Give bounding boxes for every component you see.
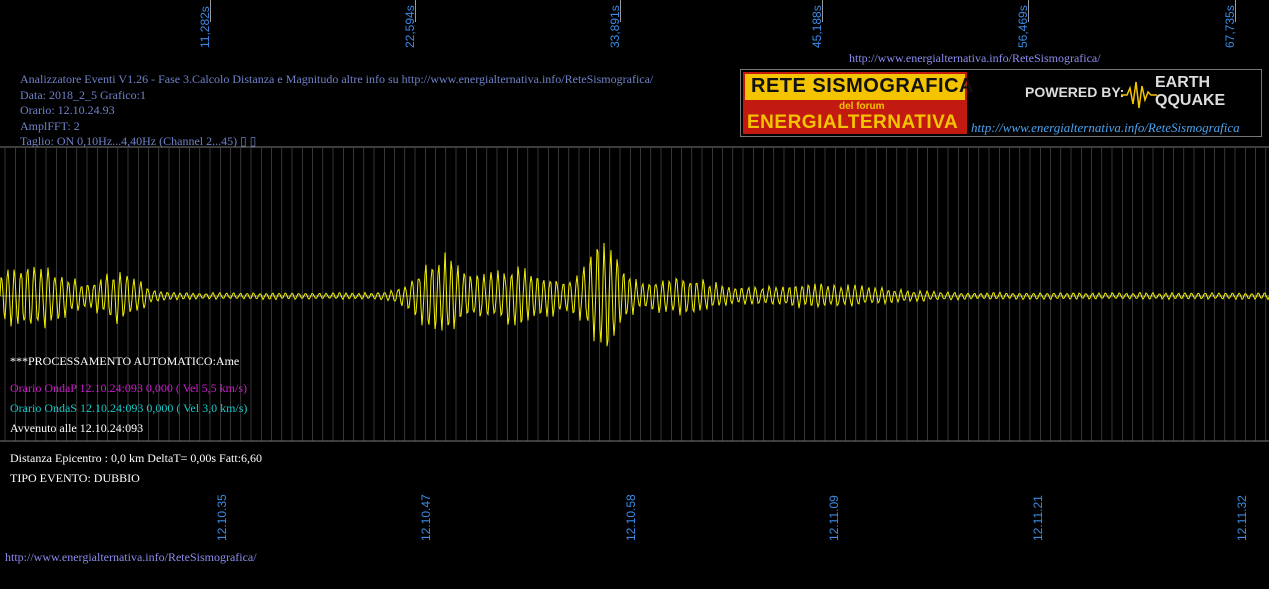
tipo-evento: TIPO EVENTO: DUBBIO <box>10 471 140 485</box>
bottom-time-label: 12.11.32 <box>1235 495 1249 541</box>
bottom-time-label: 12.10.35 <box>215 494 229 541</box>
distanza-epicentro: Distanza Epicentro : 0,0 km DeltaT= 0,00… <box>10 451 263 465</box>
bottom-time-label: 12.11.21 <box>1031 495 1045 541</box>
bottom-time-label: 12.10.47 <box>419 494 433 541</box>
bottom-time-label: 12.10.58 <box>624 494 638 541</box>
processing-header: ***PROCESSAMENTO AUTOMATICO:Ame <box>10 354 240 368</box>
bottom-url-link[interactable]: http://www.energialternativa.info/ReteSi… <box>5 550 257 565</box>
onda-p-time: Orario OndaP 12.10.24:093 0,000 ( Vel 5,… <box>10 381 247 395</box>
seismic-trace <box>0 242 1269 347</box>
avvenuto-time: Avvenuto alle 12.10.24:093 <box>10 421 144 435</box>
bottom-time-label: 12.11.09 <box>827 495 841 541</box>
onda-s-time: Orario OndaS 12.10.24:093 0,000 ( Vel 3,… <box>10 401 248 415</box>
